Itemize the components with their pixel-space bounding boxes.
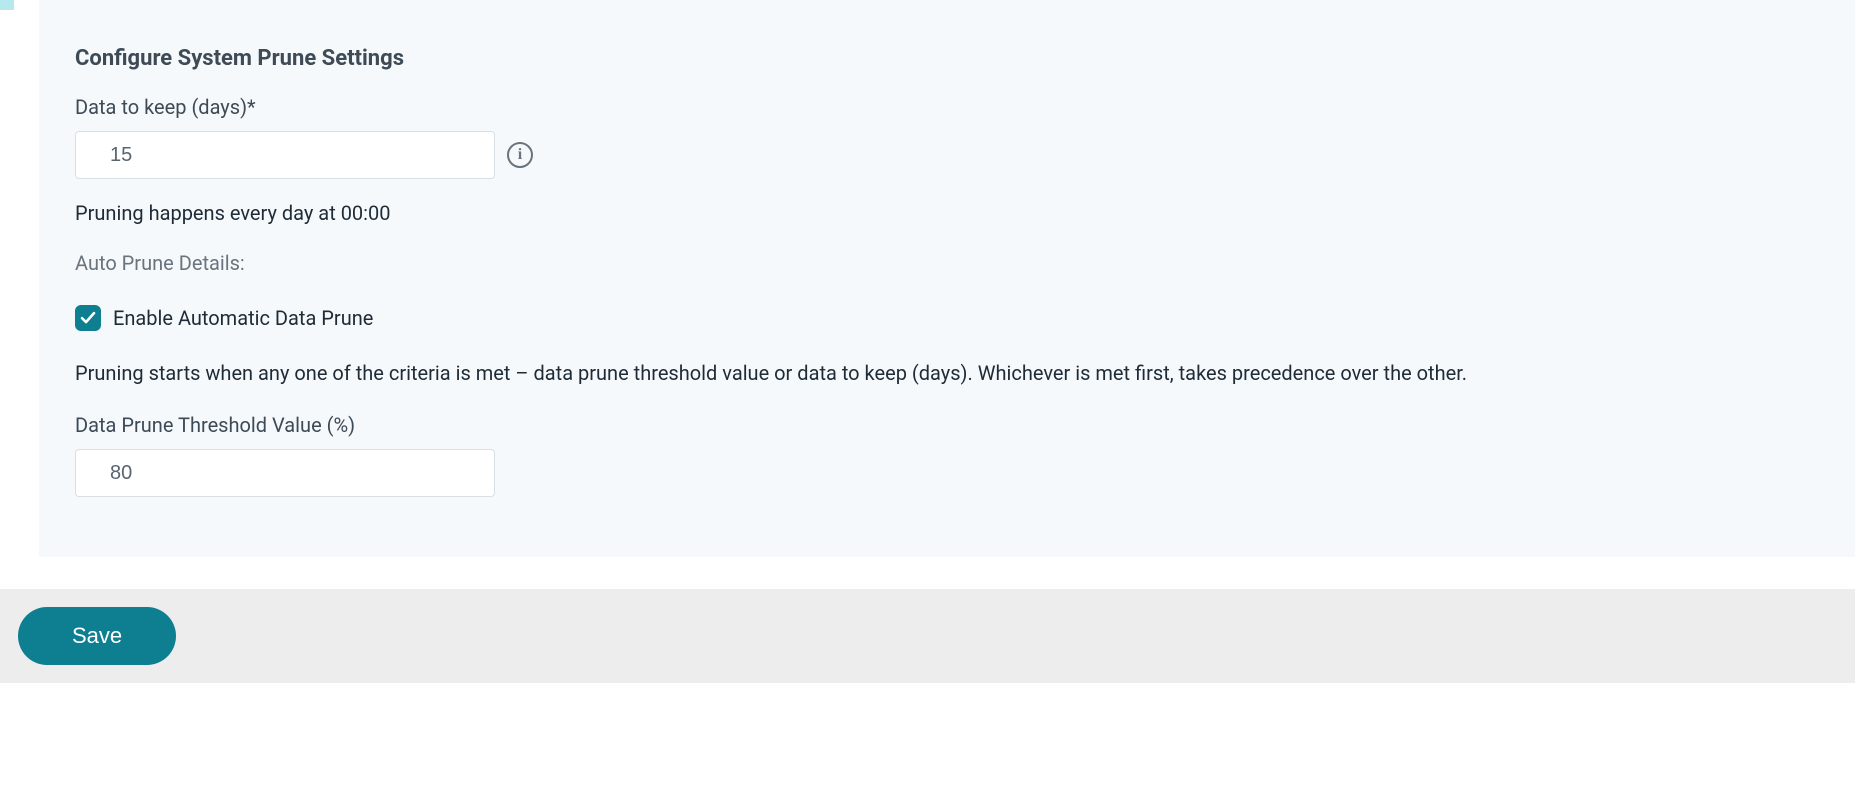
auto-prune-subtitle: Auto Prune Details: bbox=[75, 251, 1819, 275]
data-to-keep-row bbox=[75, 131, 1819, 179]
schedule-text: Pruning happens every day at 00:00 bbox=[75, 201, 1819, 225]
enable-auto-prune-checkbox[interactable] bbox=[75, 305, 101, 331]
data-to-keep-label: Data to keep (days)* bbox=[75, 95, 1819, 119]
threshold-label: Data Prune Threshold Value (%) bbox=[75, 413, 1819, 437]
left-accent-edge bbox=[0, 0, 14, 10]
prune-settings-panel: Configure System Prune Settings Data to … bbox=[39, 0, 1855, 557]
save-button[interactable]: Save bbox=[18, 607, 176, 665]
info-icon[interactable] bbox=[507, 142, 533, 168]
panel-title: Configure System Prune Settings bbox=[75, 46, 1819, 71]
checkmark-icon bbox=[79, 309, 97, 327]
enable-auto-prune-row: Enable Automatic Data Prune bbox=[75, 305, 1819, 331]
data-to-keep-input[interactable] bbox=[75, 131, 495, 179]
enable-auto-prune-label: Enable Automatic Data Prune bbox=[113, 306, 373, 330]
threshold-input[interactable] bbox=[75, 449, 495, 497]
footer-bar: Save bbox=[0, 589, 1855, 683]
prune-explain-text: Pruning starts when any one of the crite… bbox=[75, 359, 1819, 387]
threshold-row bbox=[75, 449, 1819, 497]
